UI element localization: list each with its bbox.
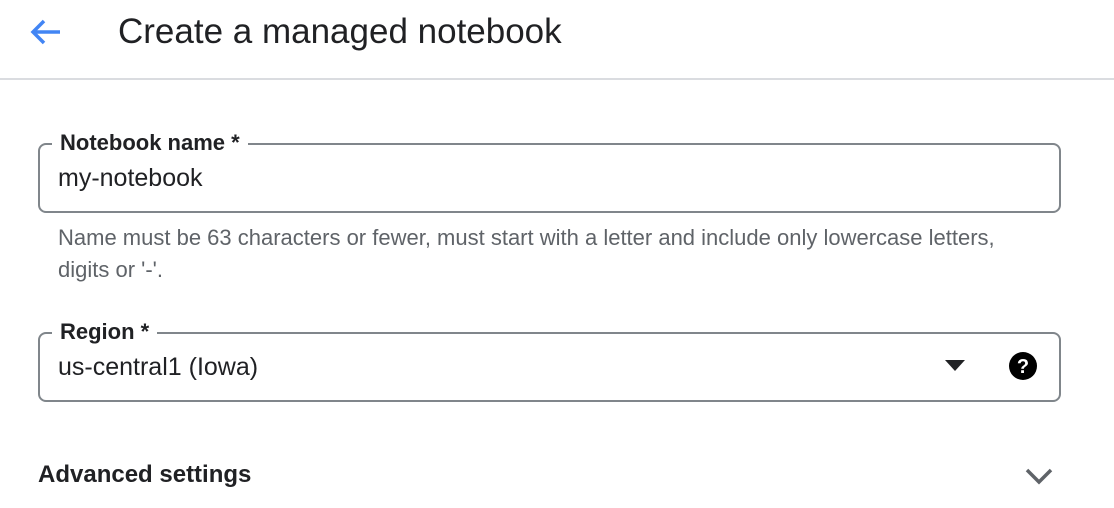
arrow-drop-down-icon[interactable] [945,360,965,372]
region-label: Region * [52,317,158,347]
help-icon[interactable]: ? [1008,351,1038,381]
svg-text:?: ? [1017,356,1029,378]
advanced-settings-toggle[interactable]: Advanced settings [0,440,1114,508]
notebook-name-field[interactable]: Notebook name * my-notebook [38,128,1061,213]
region-selected-value[interactable]: us-central1 (Iowa) [58,350,258,384]
page-title: Create a managed notebook [118,12,562,51]
back-button[interactable] [26,12,66,52]
notebook-name-label: Notebook name * [52,128,248,158]
advanced-settings-label: Advanced settings [38,461,252,488]
arrow-back-icon [30,19,60,45]
notebook-name-helper-text: Name must be 63 characters or fewer, mus… [58,225,995,282]
region-select[interactable]: Region * us-central1 (Iowa) ? [38,317,1061,402]
page-header: Create a managed notebook [0,0,1114,80]
chevron-down-icon[interactable] [1024,466,1054,486]
notebook-name-input[interactable]: my-notebook [58,161,203,195]
